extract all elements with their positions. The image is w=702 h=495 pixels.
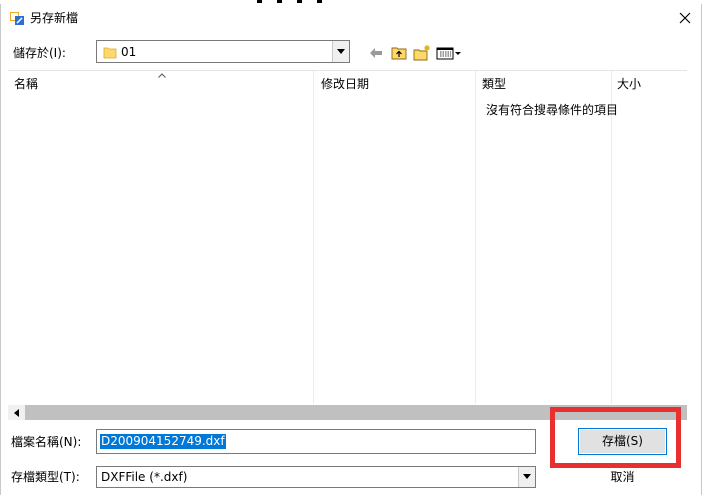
save-button[interactable]: 存檔(S) xyxy=(578,428,667,455)
new-folder-icon xyxy=(413,45,430,61)
up-one-level-button[interactable] xyxy=(391,44,408,62)
column-header-type[interactable]: 類型 xyxy=(482,77,506,92)
filetype-label: 存檔類型(T): xyxy=(11,470,80,484)
column-header-date-modified[interactable]: 修改日期 xyxy=(321,77,369,92)
folder-up-icon xyxy=(391,47,407,60)
new-folder-button[interactable] xyxy=(413,44,431,62)
back-button[interactable] xyxy=(369,44,383,62)
sort-ascending-icon xyxy=(158,73,166,78)
scroll-left-icon[interactable] xyxy=(8,405,25,420)
column-separator[interactable] xyxy=(313,71,314,404)
chevron-down-icon[interactable] xyxy=(518,467,535,487)
filename-label: 檔案名稱(N): xyxy=(11,435,82,449)
filename-selected-text: D200904152749.dxf xyxy=(100,434,226,449)
app-icon xyxy=(10,12,24,25)
cancel-button[interactable]: 取消 xyxy=(578,464,667,490)
lookin-label: 儲存於(I): xyxy=(13,46,66,60)
column-separator[interactable] xyxy=(611,71,612,404)
folder-icon xyxy=(103,47,117,59)
lookin-dropdown[interactable]: 01 xyxy=(96,40,350,63)
column-header-name[interactable]: 名稱 xyxy=(14,77,38,92)
filetype-value: DXFFile (*.dxf) xyxy=(101,470,188,484)
close-icon[interactable] xyxy=(678,11,692,25)
view-menu-button[interactable] xyxy=(436,44,463,62)
back-arrow-icon xyxy=(370,48,382,58)
view-menu-icon xyxy=(436,47,461,60)
filename-input[interactable]: D200904152749.dxf xyxy=(96,429,536,454)
dialog-title: 另存新檔 xyxy=(30,11,79,25)
column-header-size[interactable]: 大小 xyxy=(617,77,641,92)
horizontal-scrollbar[interactable] xyxy=(8,405,687,420)
column-separator[interactable] xyxy=(475,71,476,404)
file-list[interactable]: 名稱 修改日期 類型 大小 沒有符合搜尋條件的項目 xyxy=(8,70,687,405)
filetype-dropdown[interactable]: DXFFile (*.dxf) xyxy=(96,466,536,488)
empty-list-message: 沒有符合搜尋條件的項目 xyxy=(485,103,618,117)
save-as-dialog: 另存新檔 儲存於(I): 01 名稱 修改日期 類型 大小 沒有符合搜尋條件的項… xyxy=(0,4,702,495)
lookin-value: 01 xyxy=(121,45,137,59)
chevron-down-icon[interactable] xyxy=(332,41,349,62)
title-bar[interactable]: 另存新檔 xyxy=(1,4,701,32)
